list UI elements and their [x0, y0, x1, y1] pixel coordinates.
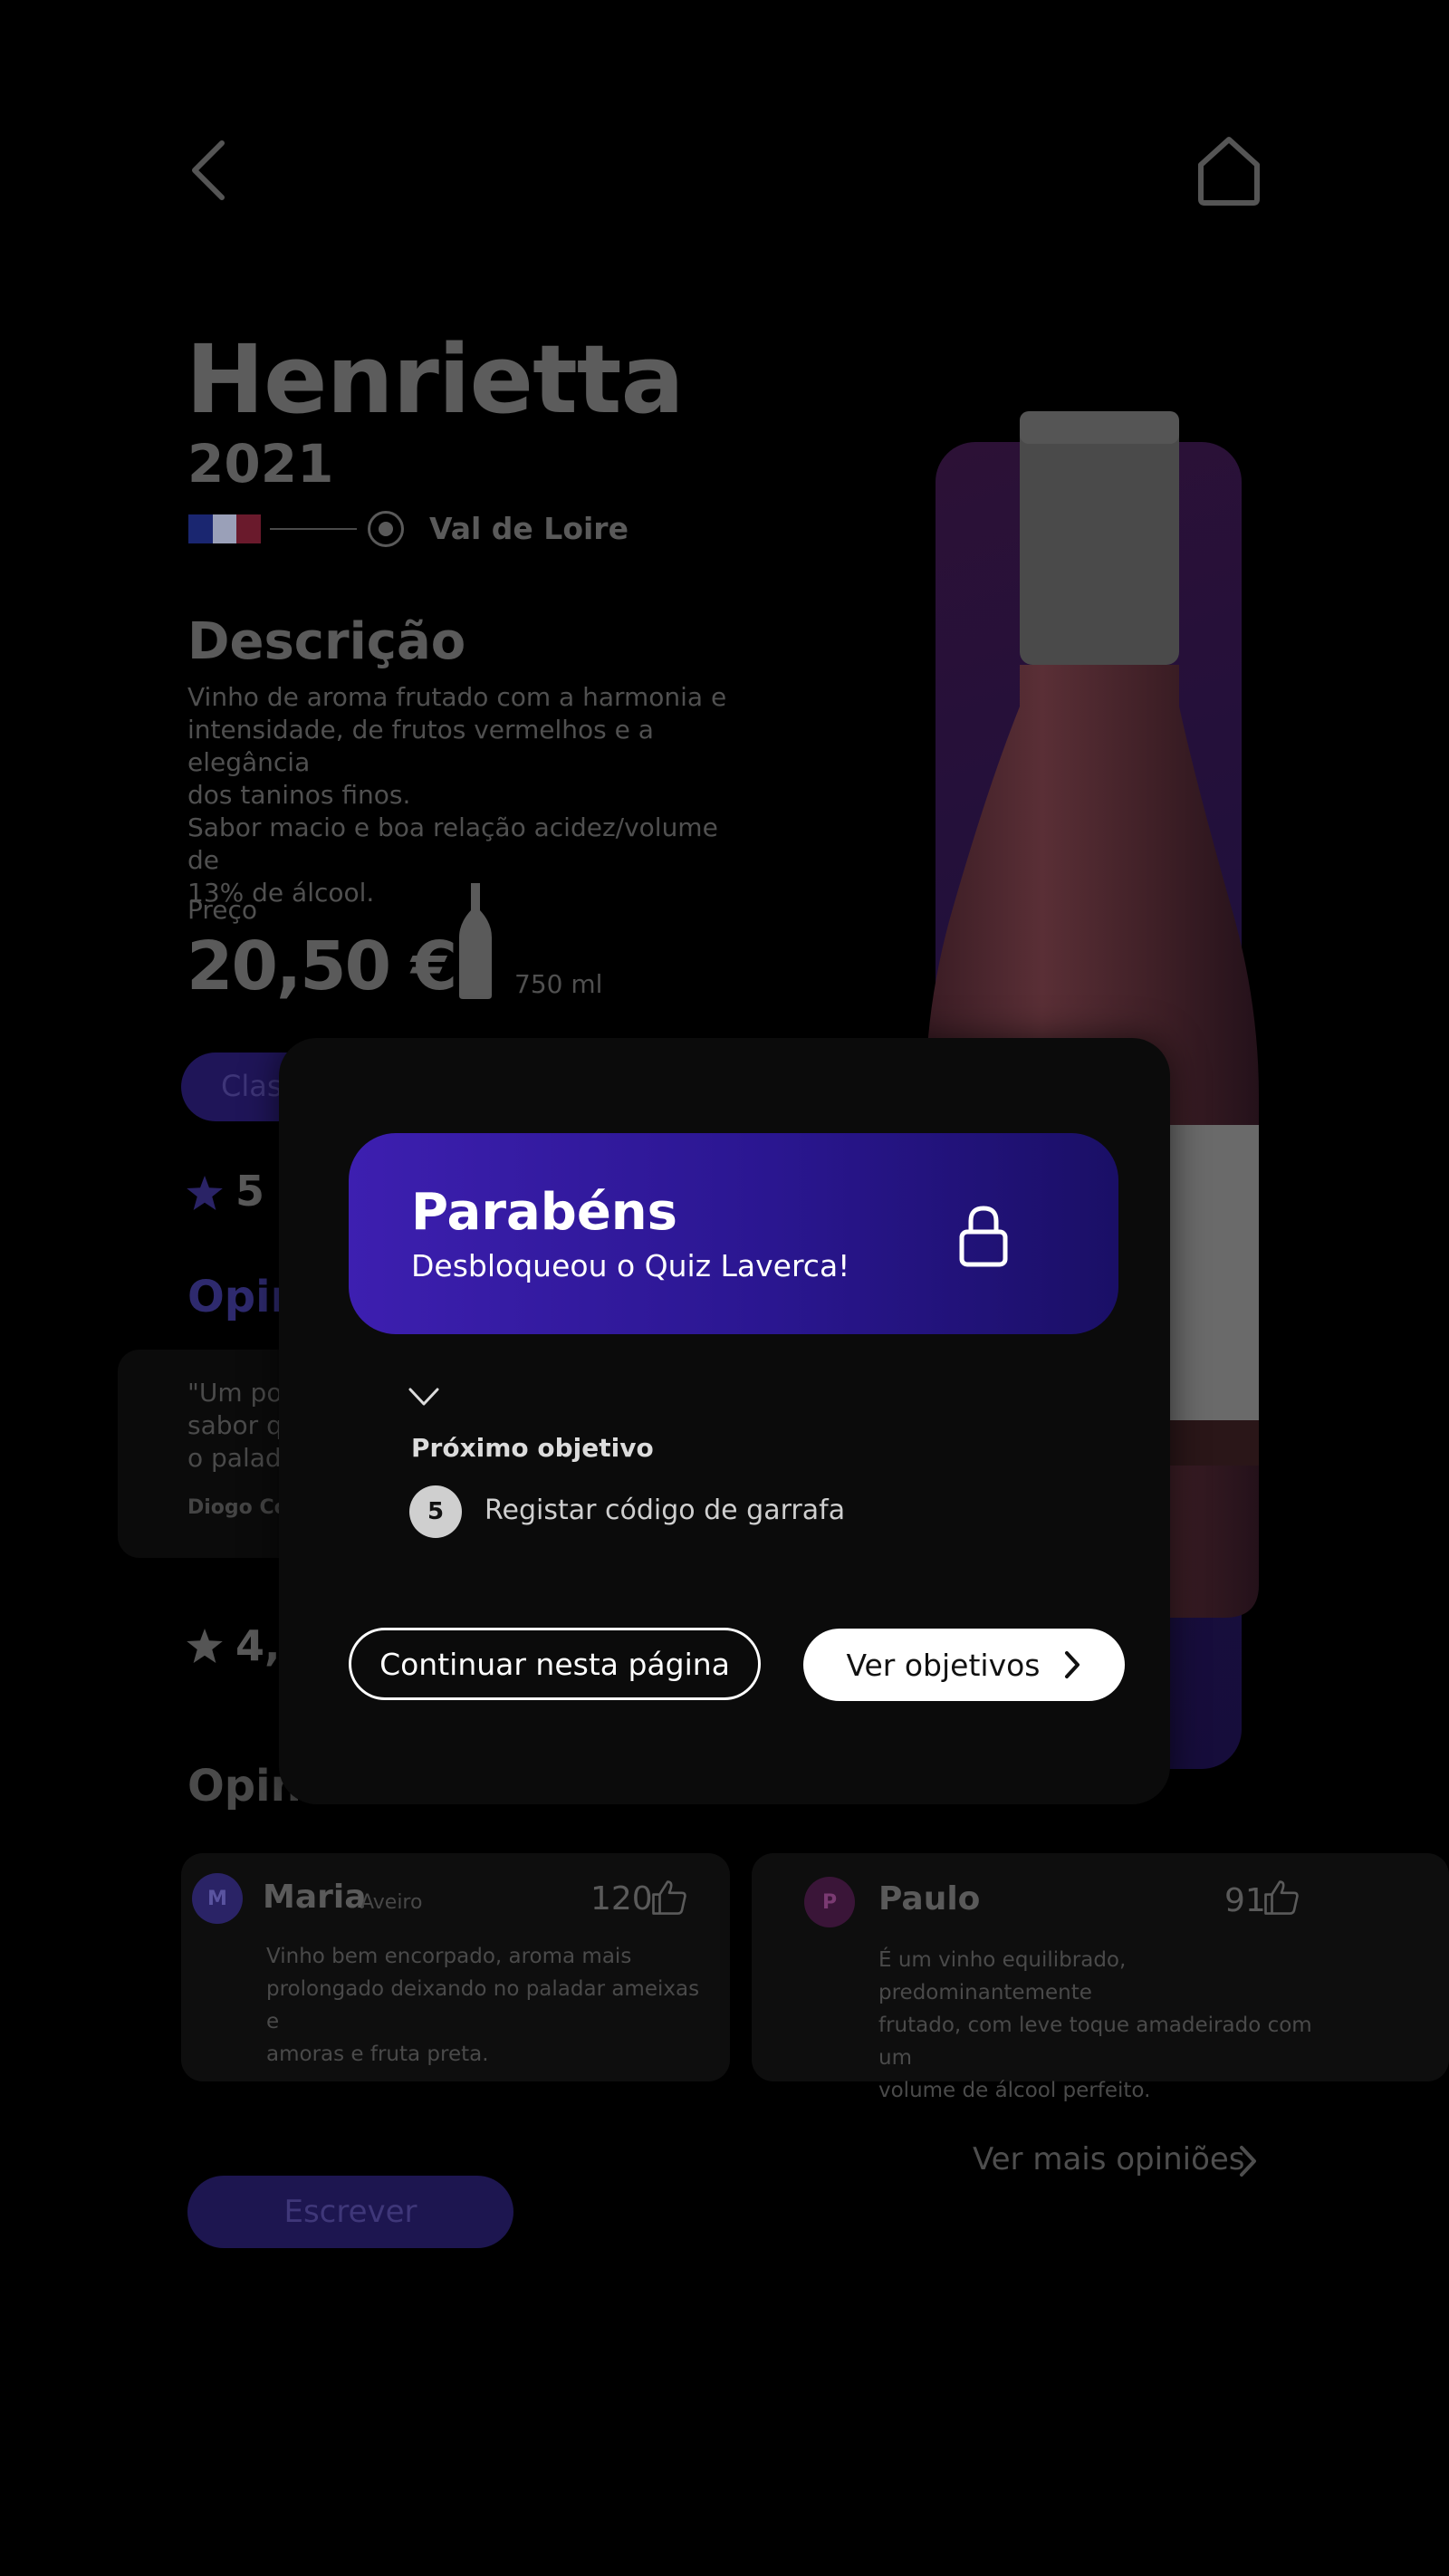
rating-value: 5 — [235, 1167, 265, 1216]
thumbs-up-icon[interactable] — [650, 1879, 688, 1917]
price-label: Preço — [187, 895, 258, 925]
wine-year: 2021 — [187, 433, 334, 495]
avatar: M — [192, 1873, 243, 1924]
wine-region: Val de Loire — [429, 511, 629, 546]
region-connector — [270, 528, 357, 530]
flag-stripe-red — [236, 514, 262, 543]
back-chevron-icon[interactable] — [186, 138, 231, 203]
more-opinions-link[interactable]: Ver mais opiniões — [973, 2141, 1245, 2177]
review-text: É um vinho equilibrado, predominantement… — [878, 1944, 1331, 2107]
continue-button[interactable]: Continuar nesta página — [349, 1628, 761, 1700]
star-icon — [187, 1176, 223, 1210]
write-review-button[interactable]: Escrever — [187, 2176, 513, 2248]
objective-number-badge: 5 — [409, 1485, 462, 1538]
review-line: Vinho bem encorpado, aroma mais — [266, 1945, 632, 1968]
view-objectives-button[interactable]: Ver objetivos — [803, 1629, 1125, 1701]
review-line: prolongado deixando no paladar ameixas e — [266, 1977, 700, 2033]
review-line: amoras e fruta preta. — [266, 2043, 489, 2066]
bottle-volume: 750 ml — [514, 969, 603, 999]
bottle-size-icon — [459, 883, 492, 999]
chevron-right-icon — [1064, 1651, 1080, 1678]
chevron-right-icon[interactable] — [1237, 2143, 1259, 2179]
france-flag-icon — [188, 514, 262, 543]
avatar: P — [804, 1877, 855, 1927]
description-line: intensidade, de frutos vermelhos e a ele… — [187, 715, 654, 777]
description-text: Vinho de aroma frutado com a harmonia e … — [187, 681, 749, 909]
next-objective-text: Registar código de garrafa — [485, 1495, 846, 1526]
flag-stripe-white — [212, 514, 237, 543]
description-line: dos taninos finos. — [187, 780, 411, 810]
wine-name: Henrietta — [186, 324, 685, 435]
view-objectives-label: Ver objetivos — [846, 1647, 1041, 1683]
star-icon — [187, 1629, 223, 1663]
reviewer-location: Aveiro — [360, 1891, 423, 1914]
modal-subtitle: Desbloqueou o Quiz Laverca! — [411, 1248, 850, 1283]
thumbs-up-icon[interactable] — [1262, 1879, 1300, 1917]
reviewer-name: Maria — [263, 1879, 367, 1916]
review-line: frutado, com leve toque amadeirado com u… — [878, 2014, 1312, 2070]
review-card[interactable]: P Paulo 91 É um vinho equilibrado, predo… — [752, 1853, 1449, 2102]
review-line: volume de álcool perfeito. — [878, 2079, 1151, 2102]
modal-title: Parabéns — [411, 1183, 677, 1242]
region-marker-icon — [368, 511, 404, 547]
review-card[interactable]: M Maria Aveiro 120 Vinho bem encorpado, … — [181, 1853, 730, 2081]
reviewer-name: Paulo — [878, 1880, 981, 1918]
like-count: 91 — [1224, 1882, 1266, 1919]
chevron-down-icon[interactable] — [408, 1386, 440, 1408]
like-count: 120 — [590, 1880, 653, 1918]
review-line: É um vinho equilibrado, predominantement… — [878, 1948, 1127, 2004]
price-value: 20,50 € — [187, 928, 457, 1005]
description-line: Vinho de aroma frutado com a harmonia e — [187, 682, 727, 712]
description-line: Sabor macio e boa relação acidez/volume … — [187, 812, 718, 875]
flag-stripe-blue — [188, 514, 213, 543]
home-icon[interactable] — [1195, 134, 1262, 207]
description-heading: Descrição — [187, 612, 466, 671]
review-text: Vinho bem encorpado, aroma mais prolonga… — [266, 1940, 710, 2071]
next-objective-heading: Próximo objetivo — [411, 1433, 654, 1463]
lock-icon — [959, 1206, 1008, 1267]
